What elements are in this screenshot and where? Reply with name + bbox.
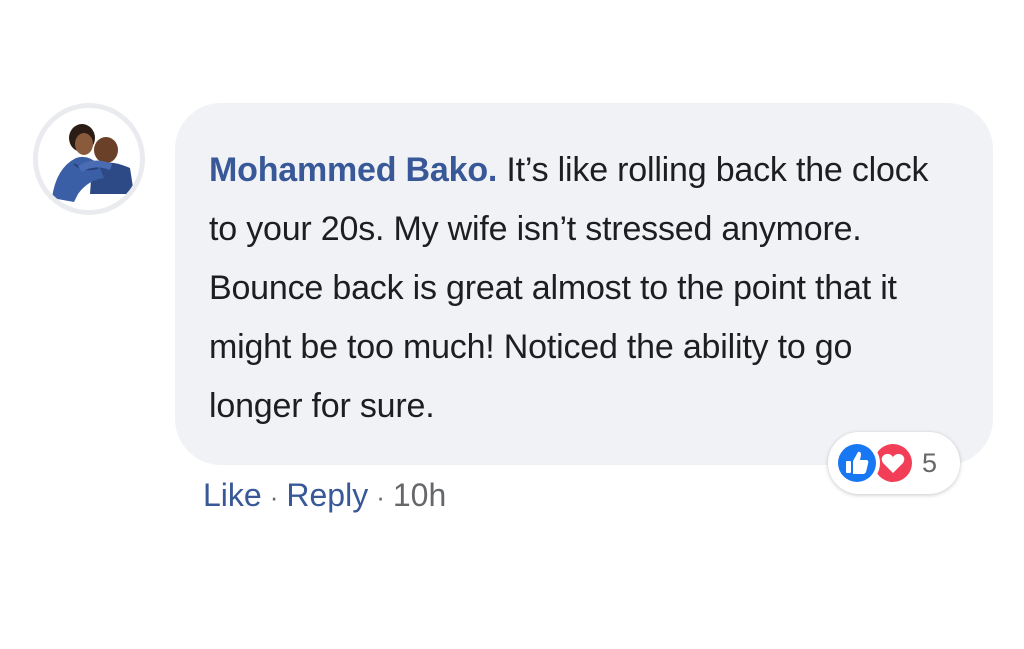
- reactions-summary[interactable]: 5: [828, 432, 960, 494]
- comment-actions: Like · Reply · 10h: [203, 477, 446, 514]
- like-icon: [834, 440, 880, 486]
- comment-timestamp[interactable]: 10h: [393, 477, 446, 514]
- comment-bubble: Mohammed Bako. It’s like rolling back th…: [175, 103, 993, 465]
- avatar[interactable]: [33, 103, 145, 215]
- like-link[interactable]: Like: [203, 477, 262, 514]
- reaction-icons: [834, 440, 920, 486]
- avatar-photo: [38, 108, 140, 210]
- separator: ·: [376, 482, 385, 512]
- reply-link[interactable]: Reply: [286, 477, 368, 514]
- comment-body: Mohammed Bako. It’s like rolling back th…: [209, 141, 953, 436]
- reaction-count: 5: [922, 447, 938, 478]
- comment-text: It’s like rolling back the clock to your…: [209, 151, 929, 425]
- comment-author-link[interactable]: Mohammed Bako.: [209, 151, 497, 189]
- separator: ·: [269, 482, 279, 512]
